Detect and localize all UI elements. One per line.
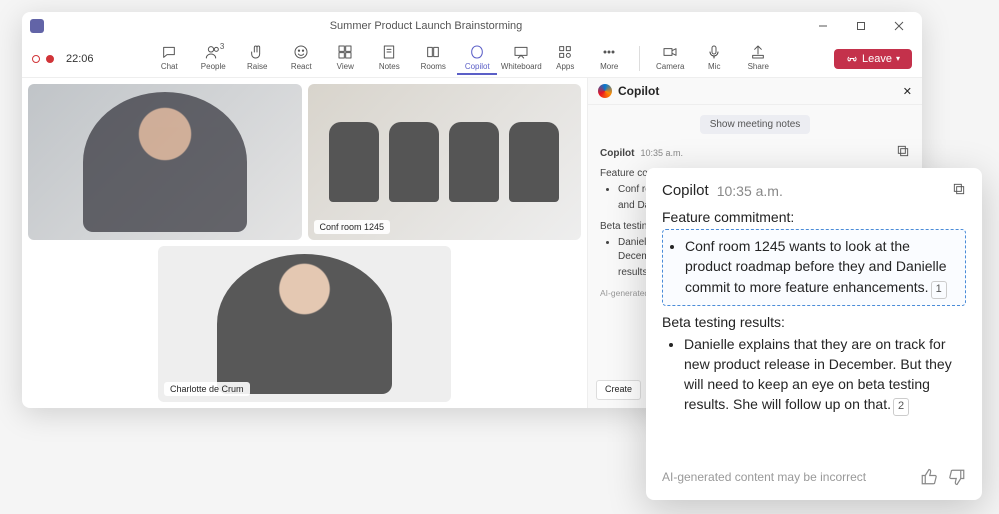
highlighted-list: Conf room 1245 wants to look at the prod… (662, 229, 966, 306)
people-icon: 3 (205, 44, 221, 60)
raise-hand-icon (249, 44, 265, 60)
thumbs-down-icon[interactable] (948, 468, 966, 486)
camera-icon (662, 44, 678, 60)
record-outline-icon (32, 55, 40, 63)
message-time: 10:35 a.m. (717, 183, 783, 199)
list-item: Danielle explains that they are on track… (684, 336, 952, 413)
react-button[interactable]: React (281, 42, 321, 75)
share-icon (750, 44, 766, 60)
ai-disclaimer: AI-generated content may be incorrect (662, 470, 866, 484)
record-dot-icon (46, 55, 54, 63)
tile-label: Conf room 1245 (314, 220, 391, 234)
notes-button[interactable]: Notes (369, 42, 409, 75)
whiteboard-icon (513, 44, 529, 60)
raise-button[interactable]: Raise (237, 42, 277, 75)
titlebar: Summer Product Launch Brainstorming (22, 12, 922, 40)
camera-button[interactable]: Camera (650, 42, 690, 75)
ref-badge[interactable]: 2 (893, 398, 909, 416)
section-title: Beta testing results: (662, 314, 966, 330)
video-grid: Conf room 1245 Charlotte de Crum (22, 78, 587, 408)
apps-button[interactable]: Apps (545, 42, 585, 75)
person-placeholder (217, 254, 393, 394)
close-icon[interactable]: ✕ (903, 85, 912, 98)
group-placeholder (329, 122, 559, 202)
copilot-title: Copilot (618, 84, 897, 98)
leave-label: Leave (862, 53, 892, 65)
close-button[interactable] (884, 15, 914, 37)
show-meeting-notes-button[interactable]: Show meeting notes (700, 115, 811, 134)
chat-icon (161, 44, 177, 60)
recording-indicator: 22:06 (32, 53, 94, 65)
recording-timer: 22:06 (66, 53, 94, 65)
rooms-icon (425, 44, 441, 60)
rooms-button[interactable]: Rooms (413, 42, 453, 75)
meeting-toolbar: 22:06 Chat 3 People Raise React View (22, 40, 922, 78)
ref-badge[interactable]: 1 (931, 281, 947, 299)
message-time: 10:35 a.m. (640, 147, 683, 160)
person-placeholder (83, 92, 247, 232)
copilot-button[interactable]: Copilot (457, 42, 497, 75)
tile-label: Charlotte de Crum (164, 382, 250, 396)
more-button[interactable]: More (589, 42, 629, 75)
message-author: Copilot (600, 147, 634, 161)
more-icon (601, 44, 617, 60)
copilot-message-popup: Copilot 10:35 a.m. Feature commitment: C… (646, 168, 982, 500)
video-tile-room[interactable]: Conf room 1245 (308, 84, 582, 240)
maximize-button[interactable] (846, 15, 876, 37)
list-item: Conf room 1245 wants to look at the prod… (685, 238, 947, 295)
section-title: Feature commitment: (662, 209, 966, 225)
share-button[interactable]: Share (738, 42, 778, 75)
leave-button[interactable]: Leave ▾ (834, 49, 912, 69)
copilot-logo-icon (598, 84, 612, 98)
minimize-button[interactable] (808, 15, 838, 37)
create-button[interactable]: Create (596, 380, 641, 400)
chat-button[interactable]: Chat (149, 42, 189, 75)
view-icon (337, 44, 353, 60)
people-button[interactable]: 3 People (193, 42, 233, 75)
list: Danielle explains that they are on track… (662, 334, 966, 417)
message-author: Copilot (662, 182, 709, 199)
notes-icon (381, 44, 397, 60)
copilot-icon (469, 44, 485, 60)
apps-icon (557, 44, 573, 60)
copy-icon[interactable] (896, 144, 910, 163)
video-tile-participant[interactable] (28, 84, 302, 240)
copy-icon[interactable] (952, 182, 966, 199)
react-icon (293, 44, 309, 60)
copilot-header: Copilot ✕ (588, 78, 922, 105)
teams-app-icon (30, 19, 44, 33)
mic-button[interactable]: Mic (694, 42, 734, 75)
whiteboard-button[interactable]: Whiteboard (501, 42, 541, 75)
thumbs-up-icon[interactable] (920, 468, 938, 486)
window-title: Summer Product Launch Brainstorming (52, 20, 800, 32)
view-button[interactable]: View (325, 42, 365, 75)
video-tile-participant-2[interactable]: Charlotte de Crum (158, 246, 451, 402)
mic-icon (706, 44, 722, 60)
chevron-down-icon: ▾ (896, 54, 900, 63)
